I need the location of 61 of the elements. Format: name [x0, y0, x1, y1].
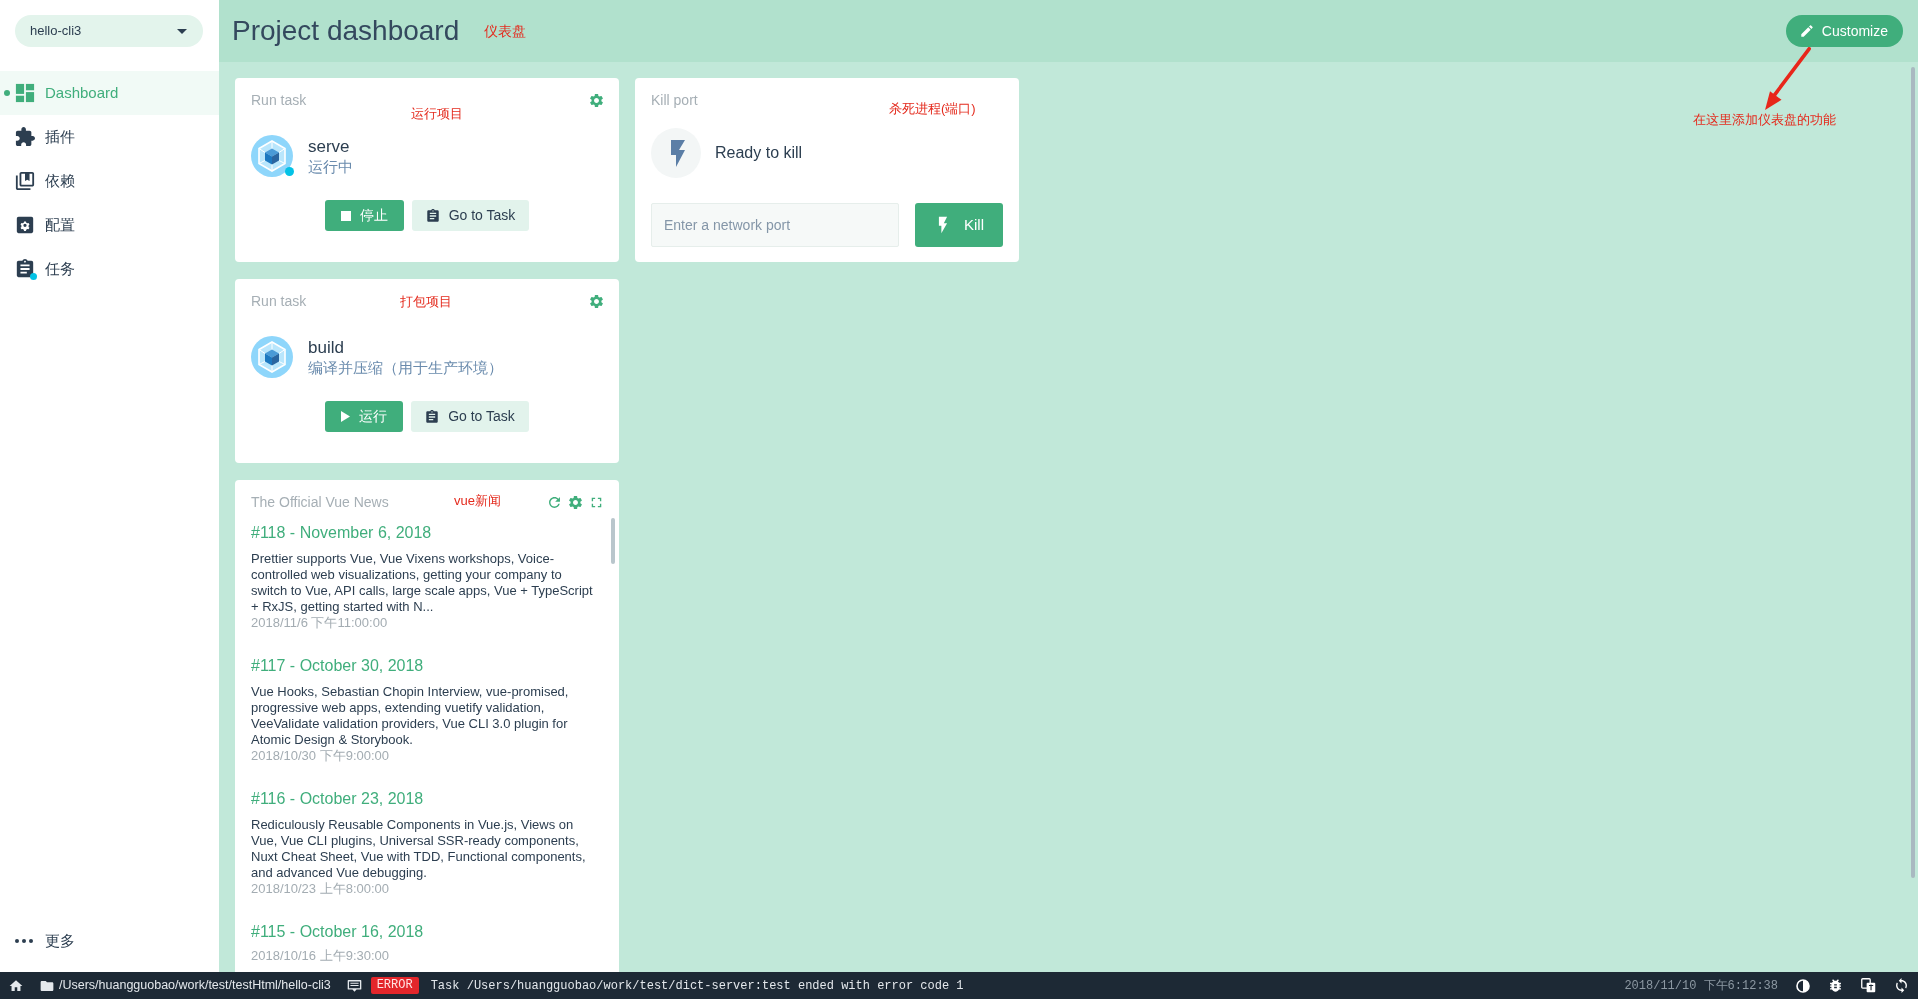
news-date: 2018/10/23 上午8:00:00 [251, 881, 390, 897]
folder-icon[interactable] [40, 978, 54, 993]
pencil-icon [1799, 24, 1814, 38]
log-time: 2018/11/10 下午6:12:38 [1624, 977, 1778, 995]
task-name: serve [308, 135, 351, 157]
scrollbar[interactable] [1911, 67, 1915, 878]
settings-icon[interactable] [589, 92, 604, 108]
more-item[interactable]: 更多 [0, 919, 219, 963]
cube-icon [251, 135, 293, 177]
annotation-text: vue新闻 [454, 493, 501, 509]
scrollbar[interactable] [611, 518, 615, 564]
selected-dot-icon [4, 90, 10, 96]
task-name: build [308, 336, 345, 358]
news-date: 2018/10/30 下午9:00:00 [251, 748, 390, 764]
home-icon[interactable] [9, 978, 23, 993]
notes-icon[interactable] [346, 978, 362, 993]
annotation-text: 在这里添加仪表盘的功能 [1693, 112, 1836, 128]
news-date: 2018/10/16 上午9:30:00 [251, 948, 390, 964]
settings-icon[interactable] [568, 494, 583, 510]
go-to-task-button[interactable]: Go to Task [411, 401, 529, 432]
port-input[interactable]: Enter a network port [651, 203, 899, 247]
annotation-text: 仪表盘 [484, 23, 527, 39]
log-level-tag: ERROR [370, 977, 419, 994]
translate-icon[interactable] [1861, 978, 1876, 993]
task-description: 编译并压缩（用于生产环境） [308, 357, 503, 378]
project-selector[interactable]: hello-cli3 [15, 15, 203, 47]
clipboard-icon [425, 208, 440, 223]
project-path[interactable]: /Users/huangguobao/work/test/testHtml/hello-cli3 [59, 976, 331, 995]
nav-item[interactable]: 插件 [0, 115, 219, 159]
go-to-task-button[interactable]: Go to Task [411, 200, 530, 231]
clipboard-icon [15, 259, 35, 279]
more-icon [15, 939, 33, 943]
widget-title: Run task [251, 91, 307, 109]
news-summary: Vue Hooks, Sebastian Chopin Interview, vue-promised, progressive web apps, extending vuetify validation, VeeValidate validation providers, Vue CLI 3.0 plugin for Atomic Design & Storybook. [251, 684, 570, 748]
bug-icon[interactable] [1828, 978, 1843, 993]
news-summary: Prettier supports Vue, Vue Vixens workshops, Voice-controlled web visualizations, getting your company to switch to Vue, API calls, large scale apps, Vue + TypeScript + RxJS, getting started with N... [251, 551, 594, 615]
widget-title: Kill port [651, 91, 698, 109]
page-title: Project dashboard [232, 14, 460, 48]
settings-icon[interactable] [589, 293, 604, 309]
log-message: Task /Users/huangguobao/work/test/dict-server:test ended with error code 1 [430, 977, 964, 995]
widget-title: Run task [251, 292, 307, 310]
play-icon [341, 411, 351, 422]
stop-icon [340, 210, 351, 221]
refresh-icon[interactable] [547, 494, 562, 510]
news-summary: Rediculously Reusable Components in Vue.js, Views on Vue, Vue CLI plugins, Universal SSR-ready components, Nuxt Cheat Sheet, Vue with TDD, Functional components, and advanced Vue debugging. [251, 817, 587, 881]
bolt-icon [651, 128, 701, 178]
news-date: 2018/11/6 下午11:00:00 [251, 615, 388, 631]
widget-title: The Official Vue News [251, 493, 389, 511]
contrast-icon[interactable] [1796, 978, 1810, 993]
task-description: 运行中 [308, 156, 353, 177]
annotation-text: 杀死进程(端口) [889, 101, 976, 117]
annotation-text: 运行项目 [411, 106, 463, 122]
caret-icon [177, 28, 187, 34]
nav-item[interactable]: 配置 [0, 203, 219, 247]
annotation-text: 打包项目 [400, 294, 452, 310]
annotation-arrow [1765, 47, 1811, 110]
nav-item[interactable]: 任务 [0, 247, 219, 291]
clipboard-icon [425, 409, 440, 424]
sync-icon[interactable] [1894, 978, 1909, 993]
nav-item[interactable]: 依赖 [0, 159, 219, 203]
kill-status: Ready to kill [715, 143, 803, 163]
